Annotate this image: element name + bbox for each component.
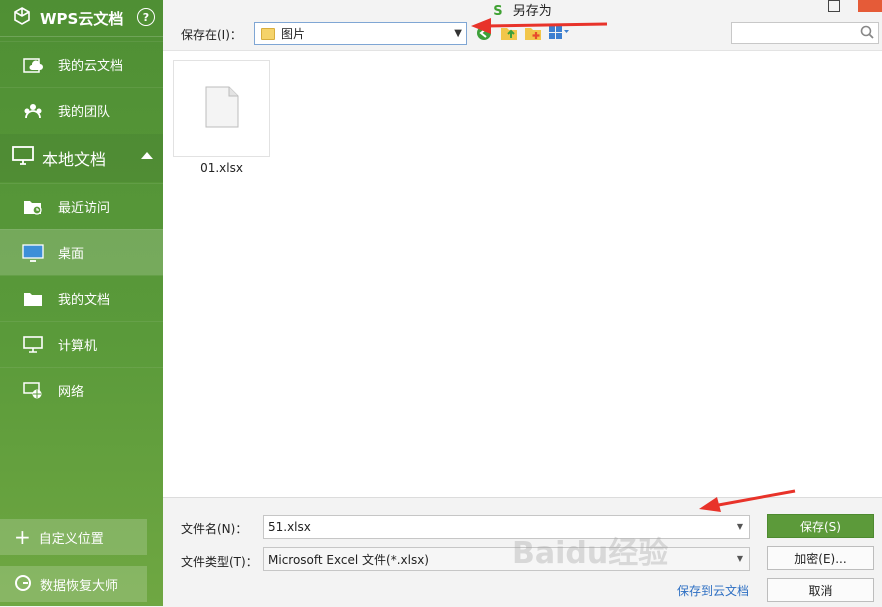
computer-icon (22, 335, 44, 354)
filename-value: 51.xlsx (268, 520, 311, 534)
local-docs-label: 本地文档 (42, 150, 107, 169)
cancel-button[interactable]: 取消 (767, 578, 874, 602)
file-name[interactable]: 01.xlsx (173, 161, 270, 175)
sidebar-item-desktop[interactable]: 桌面 (0, 229, 163, 275)
dialog-footer: 文件名(N)： 51.xlsx ▼ 文件类型(T)： Microsoft Exc… (163, 497, 882, 607)
folder-icon (261, 27, 275, 40)
view-menu-icon[interactable] (548, 25, 569, 41)
save-in-dropdown[interactable]: 图片 ▼ (254, 22, 467, 45)
search-icon[interactable] (860, 25, 874, 42)
dialog-title: 另存为 (512, 4, 552, 19)
wps-logo-icon: S (493, 4, 503, 19)
sidebar-item-label: 我的文档 (58, 293, 111, 308)
brand-header: WPS云文档 ? (0, 0, 163, 37)
filename-label: 文件名(N)： (181, 522, 248, 536)
sidebar-item-my-documents[interactable]: 我的文档 (0, 275, 163, 321)
network-icon (22, 381, 44, 400)
help-icon[interactable]: ? (137, 8, 155, 26)
sidebar-item-recent[interactable]: 最近访问 (0, 183, 163, 229)
sidebar-item-my-team[interactable]: 我的团队 (0, 87, 163, 133)
plus-icon: + (14, 525, 31, 549)
filetype-value: Microsoft Excel 文件(*.xlsx) (268, 552, 429, 567)
maximize-icon[interactable] (828, 0, 840, 12)
cube-icon (12, 6, 32, 30)
sidebar-item-label: 桌面 (58, 247, 85, 262)
data-recovery-button[interactable]: 数据恢复大师 (0, 566, 147, 602)
back-icon[interactable] (476, 25, 492, 41)
filetype-label: 文件类型(T)： (181, 555, 258, 569)
cloud-doc-icon (22, 56, 44, 74)
toolbar-icons (476, 25, 569, 41)
sidebar-item-computer[interactable]: 计算机 (0, 321, 163, 367)
recent-icon (22, 198, 44, 216)
save-as-dialog: S 另存为 保存在(I)： 图片 ▼ 01.xlsx 文件名(N)： 51.xl… (163, 0, 882, 607)
brand-title: WPS云文档 (40, 9, 124, 28)
up-folder-icon[interactable] (500, 25, 517, 41)
monitor-icon (12, 146, 34, 170)
custom-location-button[interactable]: + 自定义位置 (0, 519, 147, 555)
close-icon[interactable] (858, 0, 882, 12)
desktop-icon (22, 243, 44, 262)
sidebar-item-label: 我的云文档 (58, 59, 124, 74)
sidebar-item-label: 计算机 (58, 339, 98, 354)
sidebar: WPS云文档 ? 我的云文档 我的团队 本地文档 最近访问 桌面 我的文档 计算… (0, 0, 163, 606)
sidebar-item-label: 我的团队 (58, 105, 111, 120)
new-folder-icon[interactable] (524, 25, 541, 41)
filename-input[interactable]: 51.xlsx ▼ (263, 515, 750, 539)
save-to-cloud-link[interactable]: 保存到云文档 (677, 582, 749, 599)
chevron-down-icon: ▼ (454, 28, 462, 39)
save-in-label: 保存在(I)： (181, 28, 242, 42)
encrypt-button[interactable]: 加密(E)... (767, 546, 874, 570)
folder-icon (22, 290, 44, 308)
recovery-icon (14, 574, 32, 595)
custom-location-label: 自定义位置 (38, 531, 104, 547)
sidebar-item-label: 最近访问 (58, 201, 111, 216)
data-recovery-label: 数据恢复大师 (40, 578, 119, 594)
toolbar: 保存在(I)： 图片 ▼ (163, 18, 882, 50)
chevron-down-icon[interactable]: ▼ (737, 554, 743, 563)
sidebar-item-label: 网络 (58, 385, 85, 400)
local-docs-section[interactable]: 本地文档 (0, 134, 163, 182)
save-in-value: 图片 (281, 27, 306, 41)
team-icon (22, 102, 44, 120)
file-tile[interactable] (173, 60, 270, 157)
search-input[interactable] (731, 22, 879, 44)
sidebar-item-network[interactable]: 网络 (0, 367, 163, 413)
file-icon (205, 86, 239, 131)
sidebar-item-my-cloud-docs[interactable]: 我的云文档 (0, 41, 163, 87)
filetype-select[interactable]: Microsoft Excel 文件(*.xlsx) ▼ (263, 547, 750, 571)
collapse-arrow-icon[interactable] (141, 152, 153, 159)
file-list[interactable]: 01.xlsx (163, 50, 882, 498)
dialog-title-bar: S 另存为 (163, 0, 882, 19)
save-button[interactable]: 保存(S) (767, 514, 874, 538)
chevron-down-icon[interactable]: ▼ (737, 522, 743, 531)
